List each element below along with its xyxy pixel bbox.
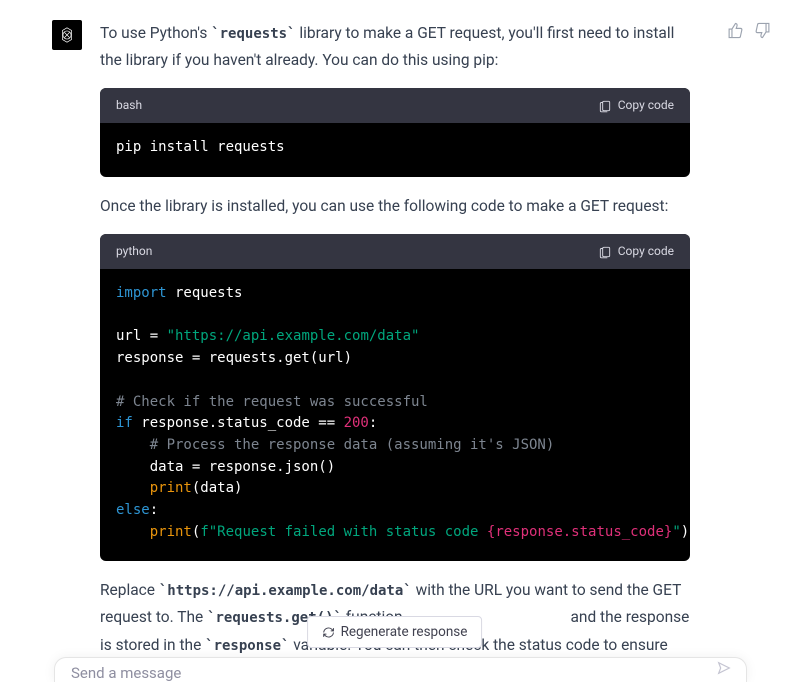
message-input[interactable]: Send a message [54,657,747,682]
composer-placeholder: Send a message [71,664,181,682]
thumbs-up-icon[interactable] [727,22,744,43]
inline-code-requests: `requests` [211,26,295,42]
code-block-python: python Copy code import requests url = "… [100,234,690,561]
code-content: import requests url = "https://api.examp… [100,269,690,561]
send-icon[interactable] [716,660,732,680]
assistant-message: To use Python's `requests` library to ma… [0,0,789,682]
inline-code-url: `https://api.example.com/data` [159,583,412,599]
copy-code-button[interactable]: Copy code [598,241,674,262]
code-content: pip install requests [100,123,690,177]
code-lang-label: python [116,241,152,262]
regenerate-button[interactable]: Regenerate response [307,616,483,648]
intro-paragraph: To use Python's `requests` library to ma… [100,20,690,74]
clipboard-icon [598,245,612,259]
assistant-avatar [52,20,82,50]
copy-code-button[interactable]: Copy code [598,95,674,116]
code-block-bash: bash Copy code pip install requests [100,88,690,177]
message-content: To use Python's `requests` library to ma… [100,20,690,682]
refresh-icon [322,626,335,639]
code-lang-label: bash [116,95,142,116]
clipboard-icon [598,99,612,113]
inline-code-response: `response` [205,638,289,654]
after-install-paragraph: Once the library is installed, you can u… [100,193,690,220]
thumbs-down-icon[interactable] [754,22,771,43]
